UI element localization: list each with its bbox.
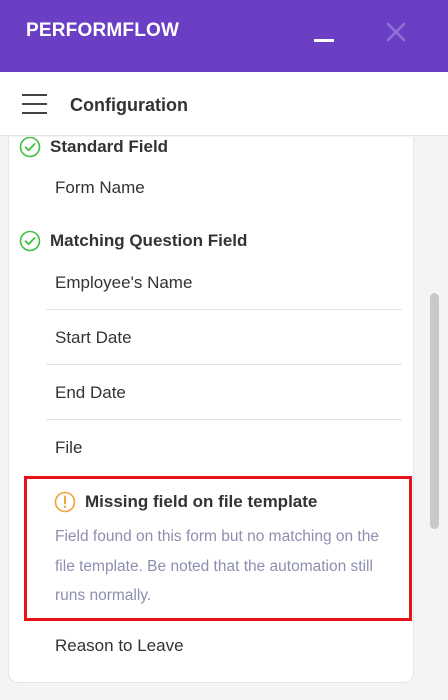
field-item: Reason to Leave <box>55 636 184 655</box>
page-title: Configuration <box>70 95 188 115</box>
hamburger-menu-icon[interactable] <box>20 91 48 117</box>
close-icon <box>386 22 406 42</box>
configuration-panel: Standard Field Form Name Matching Questi… <box>8 137 414 683</box>
field-item: End Date <box>46 366 402 420</box>
check-circle-icon <box>19 137 41 158</box>
alert-header: Missing field on file template <box>54 491 317 513</box>
missing-field-alert: Missing field on file template Field fou… <box>24 476 412 621</box>
title-bar: PERFORMFLOW <box>0 0 448 72</box>
exclamation-circle-icon <box>54 491 76 513</box>
field-item: Employee's Name <box>46 256 402 310</box>
alert-title: Missing field on file template <box>85 492 318 511</box>
alert-description: Field found on this form but no matching… <box>55 528 379 604</box>
toolbar: Configuration <box>0 72 448 136</box>
scrollbar-thumb[interactable] <box>430 293 439 529</box>
standard-field-header: Standard Field <box>19 137 168 159</box>
section-title: Standard Field <box>50 137 169 156</box>
matching-field-header: Matching Question Field <box>19 229 247 253</box>
app-title: PERFORMFLOW <box>26 20 180 41</box>
check-circle-icon <box>19 230 41 252</box>
section-title: Matching Question Field <box>50 231 248 250</box>
field-item: File <box>55 438 83 457</box>
field-item: Form Name <box>55 178 145 197</box>
field-item: Start Date <box>46 311 402 365</box>
close-button[interactable] <box>380 16 412 48</box>
minimize-button[interactable] <box>308 22 340 46</box>
